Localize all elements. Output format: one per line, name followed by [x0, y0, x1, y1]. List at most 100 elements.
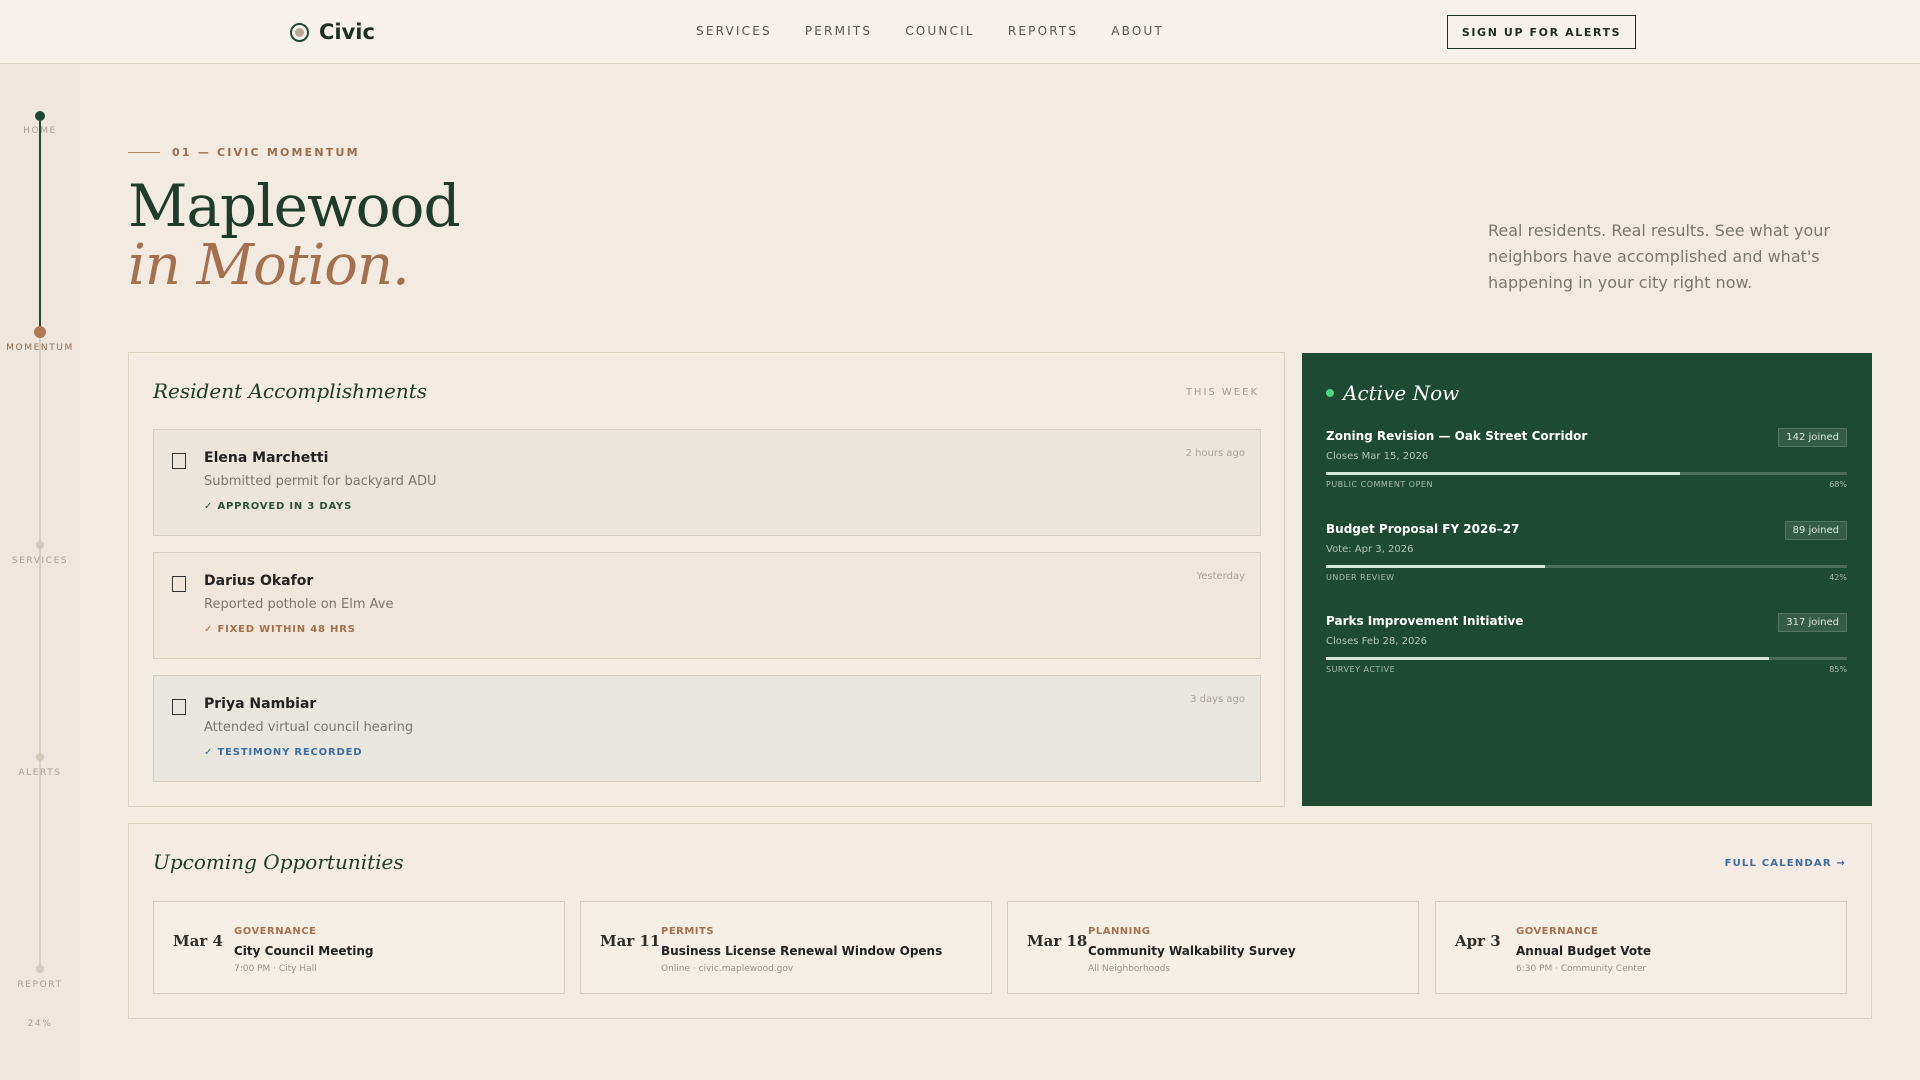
accomplishment-status: ✓ APPROVED IN 3 DAYS: [204, 501, 353, 512]
rail-dot-report[interactable]: [36, 965, 44, 973]
event-title: Community Walkability Survey: [1088, 944, 1296, 958]
event-title: Business License Renewal Window Opens: [661, 944, 943, 958]
rail-label-services[interactable]: SERVICES: [0, 556, 80, 566]
brand-name: Civic: [319, 20, 375, 44]
accomplishment-time: Yesterday: [1196, 571, 1245, 582]
rail-dot-home[interactable]: [35, 111, 45, 121]
event-category: GOVERNANCE: [1516, 926, 1599, 937]
accomplishment-card[interactable]: Darius Okafor Reported pothole on Elm Av…: [153, 552, 1261, 659]
initiative-status: UNDER REVIEW: [1326, 573, 1395, 582]
active-now-title: Active Now: [1343, 381, 1460, 405]
event-date: Mar 18: [1027, 932, 1088, 950]
rail-dot-momentum[interactable]: [34, 326, 46, 338]
page-title: Maplewood: [128, 172, 461, 240]
accomplishment-status: ✓ TESTIMONY RECORDED: [204, 747, 363, 758]
initiative-name: Budget Proposal FY 2026–27: [1326, 522, 1520, 536]
rail-label-alerts[interactable]: ALERTS: [0, 768, 80, 778]
eyebrow-rule: [128, 152, 160, 153]
event-card[interactable]: Mar 18 PLANNING Community Walkability Su…: [1007, 901, 1419, 994]
progress-track: [1326, 657, 1847, 660]
resident-accomplishments-panel: Resident Accomplishments THIS WEEK Elena…: [128, 352, 1285, 807]
brand-logo[interactable]: Civic: [290, 20, 375, 44]
initiative-name: Parks Improvement Initiative: [1326, 614, 1524, 628]
checkbox-icon[interactable]: [172, 453, 186, 469]
nav-about[interactable]: ABOUT: [1111, 24, 1164, 38]
progress-fill: [1326, 565, 1545, 568]
event-meta: Online · civic.maplewood.gov: [661, 964, 794, 974]
initiative-percent: 42%: [1829, 573, 1847, 582]
progress-track: [1326, 472, 1847, 475]
upcoming-opportunities-panel: Upcoming Opportunities FULL CALENDAR → M…: [128, 823, 1872, 1019]
event-card[interactable]: Mar 11 PERMITS Business License Renewal …: [580, 901, 992, 994]
accomplishment-card[interactable]: Priya Nambiar Attended virtual council h…: [153, 675, 1261, 782]
progress-track: [1326, 565, 1847, 568]
event-date: Mar 11: [600, 932, 661, 950]
accomplishment-status: ✓ FIXED WITHIN 48 HRS: [204, 624, 356, 635]
sign-up-alerts-button[interactable]: SIGN UP FOR ALERTS: [1447, 15, 1636, 49]
rail-label-home[interactable]: HOME: [0, 126, 80, 136]
active-initiative[interactable]: Zoning Revision — Oak Street Corridor Cl…: [1326, 428, 1847, 509]
event-title: Annual Budget Vote: [1516, 944, 1651, 958]
event-meta: 6:30 PM · Community Center: [1516, 964, 1647, 974]
initiative-deadline: Vote: Apr 3, 2026: [1326, 544, 1414, 555]
rail-label-momentum[interactable]: MOMENTUM: [0, 343, 80, 353]
active-initiative[interactable]: Budget Proposal FY 2026–27 Vote: Apr 3, …: [1326, 521, 1847, 602]
event-date: Apr 3: [1455, 932, 1501, 950]
event-date: Mar 4: [173, 932, 223, 950]
intro-text: Real residents. Real results. See what y…: [1488, 221, 1830, 292]
accomplishments-title: Resident Accomplishments: [153, 379, 428, 403]
initiative-status: PUBLIC COMMENT OPEN: [1326, 480, 1433, 489]
rail-dot-services[interactable]: [36, 541, 44, 549]
full-calendar-link[interactable]: FULL CALENDAR →: [1725, 858, 1846, 869]
nav-services[interactable]: SERVICES: [696, 24, 772, 38]
event-card[interactable]: Apr 3 GOVERNANCE Annual Budget Vote 6:30…: [1435, 901, 1847, 994]
rail-label-report[interactable]: REPORT: [0, 980, 80, 990]
accomplishment-description: Attended virtual council hearing: [204, 720, 414, 735]
page-subtitle: in Motion.: [128, 233, 410, 298]
event-category: GOVERNANCE: [234, 926, 317, 937]
rail-progress-line: [39, 116, 41, 332]
nav-council[interactable]: COUNCIL: [905, 24, 975, 38]
resident-name: Darius Okafor: [204, 573, 314, 589]
upcoming-title: Upcoming Opportunities: [153, 850, 404, 874]
initiative-deadline: Closes Mar 15, 2026: [1326, 451, 1429, 462]
initiative-percent: 68%: [1829, 480, 1847, 489]
nav-permits[interactable]: PERMITS: [805, 24, 872, 38]
initiative-percent: 85%: [1829, 665, 1847, 674]
section-eyebrow: 01 — CIVIC MOMENTUM: [128, 146, 360, 159]
initiative-deadline: Closes Feb 28, 2026: [1326, 636, 1428, 647]
main-nav: SERVICES PERMITS COUNCIL REPORTS ABOUT: [696, 24, 1164, 38]
event-meta: 7:00 PM · City Hall: [234, 964, 317, 974]
nav-reports[interactable]: REPORTS: [1008, 24, 1078, 38]
checkbox-icon[interactable]: [172, 576, 186, 592]
event-category: PERMITS: [661, 926, 715, 937]
rail-progress-value: 24%: [27, 1019, 53, 1029]
resident-name: Priya Nambiar: [204, 696, 317, 712]
civic-logo-icon: [290, 22, 309, 42]
event-meta: All Neighborhoods: [1088, 964, 1171, 974]
initiative-name: Zoning Revision — Oak Street Corridor: [1326, 429, 1588, 443]
accomplishment-description: Reported pothole on Elm Ave: [204, 597, 394, 612]
event-card[interactable]: Mar 4 GOVERNANCE City Council Meeting 7:…: [153, 901, 565, 994]
active-now-panel: Active Now Zoning Revision — Oak Street …: [1302, 353, 1872, 806]
accomplishment-time: 2 hours ago: [1185, 448, 1245, 459]
active-initiative[interactable]: Parks Improvement Initiative Closes Feb …: [1326, 613, 1847, 694]
event-category: PLANNING: [1088, 926, 1151, 937]
joined-count-badge: 317 joined: [1778, 613, 1847, 632]
joined-count-badge: 89 joined: [1784, 521, 1847, 540]
event-title: City Council Meeting: [234, 944, 374, 958]
live-indicator-icon: [1326, 389, 1334, 397]
accomplishments-period: THIS WEEK: [1185, 387, 1259, 398]
accomplishment-description: Submitted permit for backyard ADU: [204, 474, 437, 489]
resident-name: Elena Marchetti: [204, 450, 329, 466]
accomplishment-time: 3 days ago: [1190, 694, 1245, 705]
top-navbar: Civic SERVICES PERMITS COUNCIL REPORTS A…: [0, 0, 1920, 64]
progress-fill: [1326, 472, 1681, 475]
rail-dot-alerts[interactable]: [36, 753, 44, 761]
progress-fill: [1326, 657, 1769, 660]
initiative-status: SURVEY ACTIVE: [1326, 665, 1396, 674]
section-progress-rail: HOME MOMENTUM SERVICES ALERTS REPORT 24%: [0, 64, 80, 1080]
accomplishment-card[interactable]: Elena Marchetti Submitted permit for bac…: [153, 429, 1261, 536]
joined-count-badge: 142 joined: [1778, 428, 1847, 447]
checkbox-icon[interactable]: [172, 699, 186, 715]
